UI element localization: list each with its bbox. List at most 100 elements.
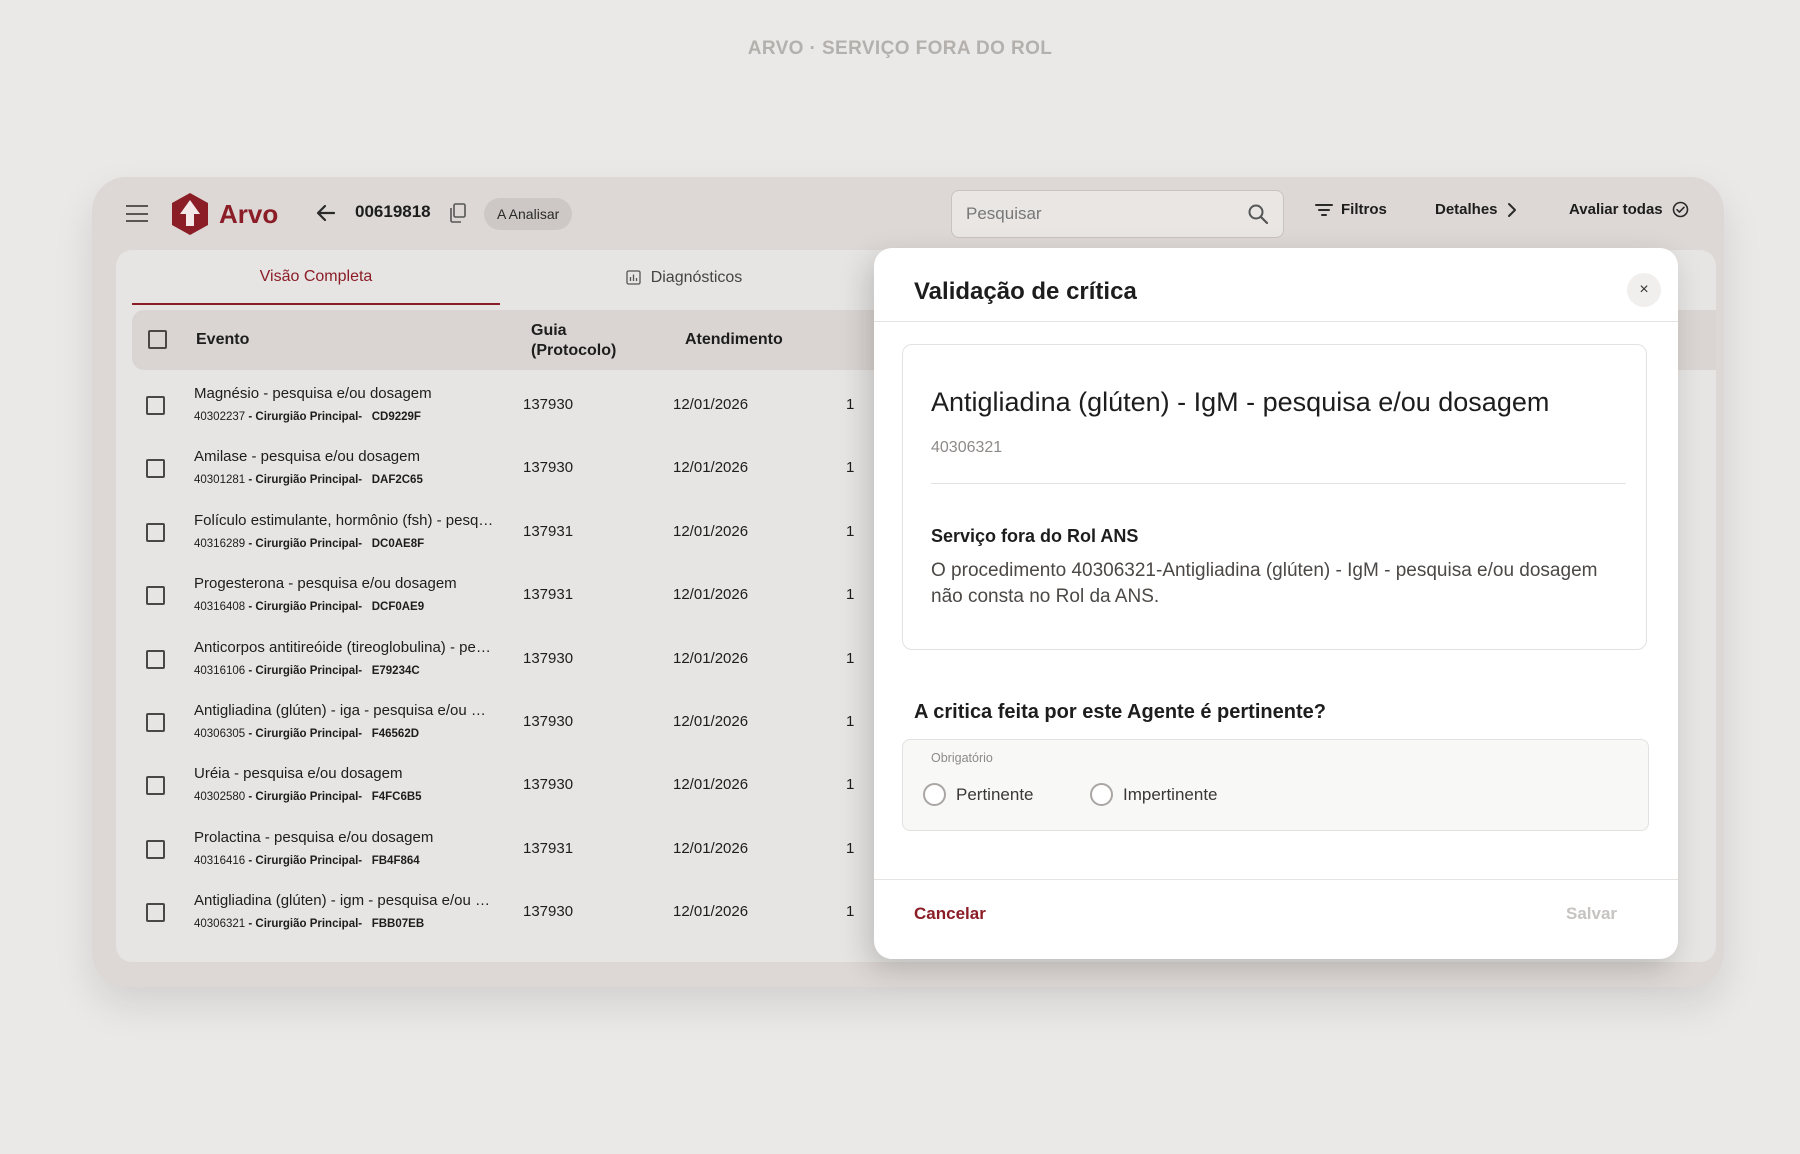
quantity: 1 (846, 839, 855, 857)
event-role: Cirurgião Principal- (255, 601, 363, 614)
row-checkbox[interactable] (146, 459, 165, 479)
tab-diagnosticos[interactable]: Diagnósticos (500, 250, 868, 305)
details-label: Detalhes (1435, 201, 1498, 218)
event-code: 40316106 (194, 664, 246, 677)
validation-modal: Validação de crítica × Antigliadina (glú… (874, 248, 1678, 959)
event-code: 40302580 (194, 791, 246, 804)
procedure-code: 40306321 (931, 439, 1003, 456)
row-checkbox[interactable] (146, 839, 165, 859)
event-name: Anticorpos antitireóide (tireoglobulina)… (194, 638, 494, 656)
event-name: Folículo estimulante, hormônio (fsh) - p… (194, 511, 494, 529)
event-code: 40306305 (194, 728, 246, 740)
details-button[interactable]: Detalhes (1435, 201, 1518, 218)
evaluate-all-button[interactable]: Avaliar todas (1569, 201, 1689, 218)
radio-label: Impertinente (1123, 784, 1218, 804)
quantity: 1 (846, 522, 855, 540)
row-checkbox[interactable] (146, 713, 165, 732)
critique-title: Serviço fora do Rol ANS (931, 526, 1139, 546)
pertinence-radio-group: Obrigatório Pertinente Impertinente (902, 739, 1649, 831)
chart-icon (626, 270, 641, 285)
copy-icon[interactable] (449, 203, 467, 223)
procedure-card: Antigliadina (glúten) - IgM - pesquisa e… (902, 344, 1647, 650)
quantity: 1 (846, 776, 855, 794)
radio-circle[interactable] (1090, 783, 1113, 806)
radio-label: Pertinente (956, 784, 1034, 804)
event-code: 40301281 (194, 474, 246, 487)
event-meta: 40302580 - Cirurgião Principal- F4FC6B5 (194, 791, 422, 804)
event-hash: F46562D (371, 728, 420, 740)
guia-number: 137931 (523, 586, 574, 604)
event-meta: 40316416 - Cirurgião Principal- FB4F864 (194, 854, 420, 867)
close-button[interactable]: × (1627, 273, 1661, 307)
save-button[interactable]: Salvar (1566, 904, 1617, 924)
guia-number: 137930 (523, 713, 574, 730)
guia-number: 137930 (523, 459, 574, 477)
guia-number: 137930 (523, 776, 574, 794)
event-name: Progesterona - pesquisa e/ou dosagem (194, 575, 457, 593)
event-name: Magnésio - pesquisa e/ou dosagem (194, 385, 432, 402)
event-meta: 40306305 - Cirurgião Principal- F46562D (194, 728, 420, 740)
search-icon[interactable] (1247, 203, 1269, 225)
col-event: Evento (196, 331, 250, 348)
event-role: Cirurgião Principal- (255, 854, 363, 867)
event-code: 40306321 (194, 918, 246, 931)
brand-name: Arvo (219, 199, 279, 229)
guia-number: 137931 (523, 522, 574, 540)
quantity: 1 (846, 396, 855, 413)
menu-icon[interactable] (126, 205, 148, 222)
event-role: Cirurgião Principal- (255, 728, 363, 740)
event-code: 40316408 (194, 601, 246, 614)
filters-button[interactable]: Filtros (1315, 201, 1387, 218)
top-bar: Arvo 00619818 A Analisar Filtros Detalhe… (92, 177, 1724, 251)
page-caption: ARVO · SERVIÇO FORA DO ROL (747, 38, 1053, 59)
event-hash: FB4F864 (371, 854, 420, 867)
tab-visao-completa[interactable]: Visão Completa (132, 250, 500, 305)
row-checkbox[interactable] (146, 903, 165, 923)
radio-pertinente[interactable]: Pertinente (923, 783, 1034, 806)
quantity: 1 (846, 903, 855, 921)
event-role: Cirurgião Principal- (255, 791, 363, 804)
radio-impertinente[interactable]: Impertinente (1090, 783, 1218, 806)
guia-number: 137931 (523, 839, 574, 857)
event-name: Antigliadina (glúten) - iga - pesquisa e… (194, 702, 494, 719)
arvo-logo-icon (170, 192, 210, 236)
row-checkbox[interactable] (146, 776, 165, 796)
event-role: Cirurgião Principal- (255, 664, 363, 677)
event-role: Cirurgião Principal- (255, 537, 363, 550)
attendance-date: 12/01/2026 (673, 713, 749, 730)
row-checkbox[interactable] (146, 522, 165, 542)
event-name: Antigliadina (glúten) - igm - pesquisa e… (194, 892, 494, 910)
search-box (951, 190, 1284, 238)
event-role: Cirurgião Principal- (255, 411, 363, 423)
col-atendimento: Atendimento (685, 331, 783, 348)
event-name: Amilase - pesquisa e/ou dosagem (194, 448, 420, 466)
attendance-date: 12/01/2026 (673, 522, 749, 540)
event-role: Cirurgião Principal- (255, 474, 363, 487)
search-input[interactable] (966, 204, 1247, 224)
attendance-date: 12/01/2026 (673, 903, 749, 921)
col-guia-line1: Guia (531, 322, 567, 339)
radio-circle[interactable] (923, 783, 946, 806)
row-checkbox[interactable] (146, 649, 165, 669)
tab-label: Visão Completa (259, 267, 373, 285)
col-guia: Guia (Protocolo) (531, 321, 616, 361)
cancel-button[interactable]: Cancelar (914, 904, 986, 924)
quantity: 1 (846, 713, 855, 730)
back-arrow-icon[interactable] (314, 201, 338, 225)
event-meta: 40316289 - Cirurgião Principal- DC0AE8F (194, 537, 425, 550)
row-checkbox[interactable] (146, 586, 165, 606)
guia-number: 137930 (523, 903, 574, 921)
select-all-checkbox[interactable] (148, 330, 167, 349)
event-meta: 40316106 - Cirurgião Principal- E79234C (194, 664, 420, 677)
event-hash: E79234C (371, 664, 420, 677)
quantity: 1 (846, 586, 855, 604)
filter-icon (1315, 203, 1333, 216)
evaluate-all-label: Avaliar todas (1569, 201, 1663, 218)
event-code: 40316289 (194, 537, 246, 550)
pertinence-question: A critica feita por este Agente é pertin… (914, 701, 1326, 723)
attendance-date: 12/01/2026 (673, 586, 749, 604)
chevron-right-icon (1507, 202, 1516, 217)
row-checkbox[interactable] (146, 396, 165, 415)
required-label: Obrigatório (931, 751, 993, 765)
event-meta: 40306321 - Cirurgião Principal- FBB07EB (194, 918, 425, 931)
